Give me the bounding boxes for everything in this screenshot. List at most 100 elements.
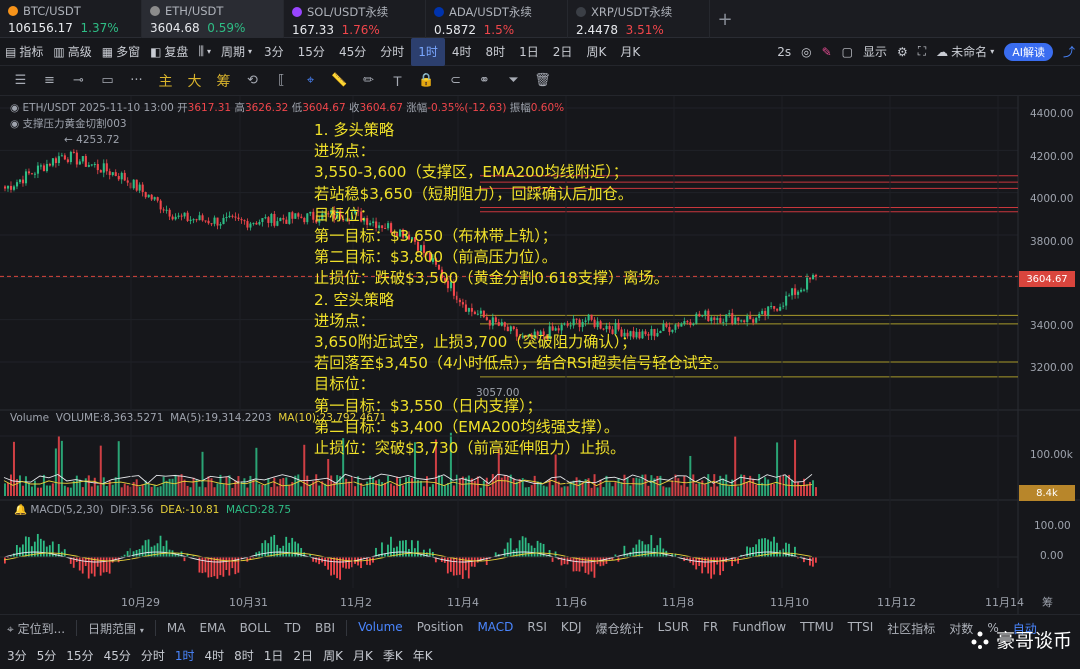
volume-bar (54, 448, 57, 496)
magnet-icon[interactable]: ⊂ (443, 69, 468, 93)
window-icon[interactable]: ▢ (837, 38, 858, 66)
community-button[interactable]: 社区指标 (880, 620, 942, 637)
sub-indicator[interactable]: Fundflow (725, 620, 793, 637)
interval-option[interactable]: 月K (613, 38, 647, 66)
sub-indicator[interactable]: 爆仓统计 (589, 620, 651, 637)
filter-icon[interactable]: ⏷ (501, 69, 526, 93)
sub-indicator[interactable]: TTSI (841, 620, 881, 637)
fullscreen-icon[interactable]: ⛶ (913, 38, 931, 66)
speed-toggle[interactable]: 2s (772, 38, 796, 66)
trash-icon[interactable]: 🗑 (530, 69, 555, 93)
volume-bar (183, 479, 186, 496)
bottom-interval-option[interactable]: 3分 (2, 647, 32, 664)
volume-bar (372, 477, 375, 496)
symbol-tab[interactable]: XRP/USDT永续 2.4478 3.51% (568, 0, 710, 38)
bottom-interval-option[interactable]: 月K (348, 647, 378, 664)
symbol-tab[interactable]: ADA/USDT永续 0.5872 1.5% (426, 0, 568, 38)
main-indicator[interactable]: TD (277, 621, 308, 635)
ruler-icon[interactable]: 📏 (327, 69, 352, 93)
date-range-button[interactable]: 日期范围 ▾ (81, 620, 151, 637)
big-order-button[interactable]: 大 (182, 69, 207, 93)
chip-button[interactable]: 筹 (211, 69, 236, 93)
candle-body (195, 219, 198, 221)
display-button[interactable]: 显示 (858, 38, 892, 66)
interval-option[interactable]: 分时 (373, 38, 411, 66)
main-indicator[interactable]: EMA (192, 621, 232, 635)
multi-window-button[interactable]: ▦ 多窗 (97, 38, 145, 66)
locate-button[interactable]: ⌖ 定位到... (0, 620, 72, 637)
volume-bar (405, 477, 408, 496)
layout-name-button[interactable]: ☁ 未命名 ▾ (931, 38, 999, 66)
interval-option[interactable]: 1日 (512, 38, 546, 66)
bottom-interval-option[interactable]: 1时 (170, 647, 200, 664)
chip-axis-button[interactable]: 筹 (1042, 594, 1053, 610)
candle-body (303, 217, 306, 223)
candle-body (72, 151, 75, 153)
symbol-tab[interactable]: SOL/USDT永续 167.33 1.76% (284, 0, 426, 38)
symbol-tab[interactable]: BTC/USDT 106156.17 1.37% (0, 0, 142, 38)
bottom-interval-option[interactable]: 4时 (200, 647, 230, 664)
sub-indicator[interactable]: MACD (470, 620, 520, 637)
interval-option[interactable]: 3分 (257, 38, 291, 66)
bottom-interval-option[interactable]: 2日 (288, 647, 318, 664)
period-button[interactable]: 周期 ▾ (216, 38, 257, 66)
interval-option[interactable]: 4时 (445, 38, 479, 66)
sub-indicator[interactable]: LSUR (651, 620, 696, 637)
chart-type-button[interactable]: ⫼ ▾ (193, 38, 216, 66)
sub-indicator[interactable]: Position (410, 620, 471, 637)
main-indicator[interactable]: BBI (308, 621, 342, 635)
interval-option[interactable]: 2日 (546, 38, 580, 66)
sub-indicator[interactable]: RSI (520, 620, 554, 637)
main-indicator[interactable]: BOLL (233, 621, 278, 635)
main-indicator[interactable]: MA (160, 621, 193, 635)
interval-option[interactable]: 周K (579, 38, 613, 66)
main-force-button[interactable]: 主 (153, 69, 178, 93)
ai-interpret-button[interactable]: AI解读 (999, 38, 1058, 66)
list-icon[interactable]: ☰ (8, 69, 33, 93)
advanced-button[interactable]: ▥ 高级 (48, 38, 96, 66)
link-icon[interactable]: ⚭ (472, 69, 497, 93)
replay-button[interactable]: ◧ 复盘 (145, 38, 193, 66)
refresh-icon[interactable]: ⟲ (240, 69, 265, 93)
horizontal-line-icon[interactable]: ⊸ (66, 69, 91, 93)
interval-option[interactable]: 15分 (291, 38, 332, 66)
bottom-interval-option[interactable]: 15分 (61, 647, 98, 664)
brush-icon[interactable]: ✎ (817, 38, 837, 66)
bottom-interval-option[interactable]: 分时 (136, 647, 170, 664)
parallel-lines-icon[interactable]: ≡ (37, 69, 62, 93)
sub-indicator[interactable]: KDJ (554, 620, 589, 637)
sub-indicator[interactable]: TTMU (793, 620, 841, 637)
more-tools-button[interactable]: ··· (124, 69, 149, 93)
interval-option[interactable]: 1时 (411, 37, 445, 66)
bottom-interval-option[interactable]: 8时 (229, 647, 259, 664)
symbol-tab[interactable]: ETH/USDT 3604.68 0.59% (142, 0, 284, 38)
indicator-button[interactable]: ▤ 指标 (0, 38, 48, 66)
bottom-interval-option[interactable]: 1日 (259, 647, 289, 664)
bracket-icon[interactable]: ⟦ (269, 69, 294, 93)
bottom-interval-option[interactable]: 年K (408, 647, 438, 664)
cursor-icon[interactable]: ⌖ (298, 69, 323, 93)
bottom-interval-option[interactable]: 周K (318, 647, 348, 664)
settings-icon[interactable]: ⚙ (892, 38, 913, 66)
macd-histogram-bar (587, 557, 590, 575)
chart-area[interactable]: ◉ ETH/USDT 2025-11-10 13:00 开3617.31 高36… (0, 96, 1080, 614)
interval-option[interactable]: 45分 (332, 38, 373, 66)
volume-bar (506, 476, 509, 496)
macd-histogram-bar (24, 536, 27, 557)
add-tab-button[interactable]: + (710, 0, 740, 38)
rectangle-icon[interactable]: ▭ (95, 69, 120, 93)
volume-bar (767, 479, 770, 496)
lock-icon[interactable]: 🔒 (414, 69, 439, 93)
sub-indicator[interactable]: Volume (351, 620, 410, 637)
sub-indicator[interactable]: FR (696, 620, 725, 637)
bottom-interval-option[interactable]: 季K (378, 647, 408, 664)
share-icon[interactable]: ⤴ (1058, 38, 1080, 66)
bottom-interval-option[interactable]: 5分 (32, 647, 62, 664)
bottom-interval-option[interactable]: 45分 (99, 647, 136, 664)
text-icon[interactable]: Ｔ (385, 69, 410, 93)
volume-bar (90, 486, 93, 496)
pencil-icon[interactable]: ✏ (356, 69, 381, 93)
interval-option[interactable]: 8时 (479, 38, 513, 66)
candle-body (60, 155, 63, 157)
camera-icon[interactable]: ◎ (796, 38, 816, 66)
